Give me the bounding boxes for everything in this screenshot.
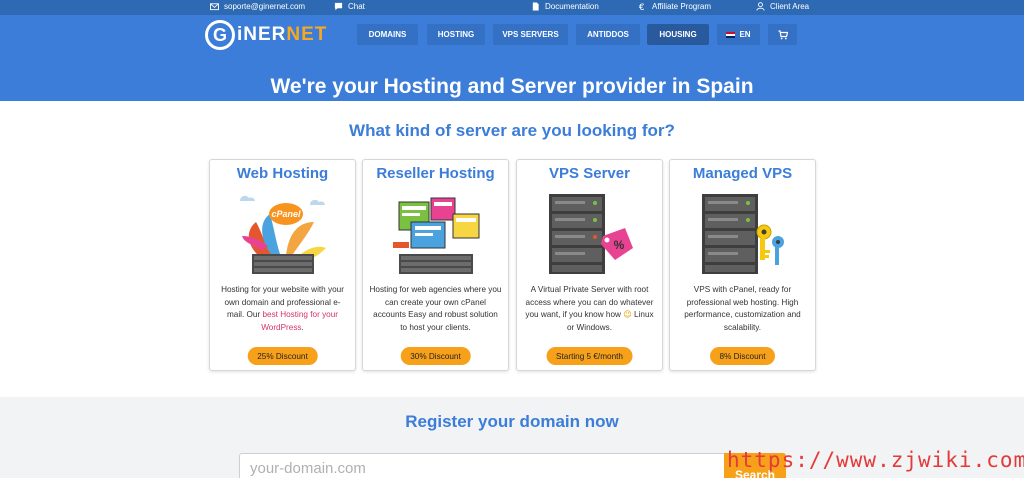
server-section-title: What kind of server are you looking for? bbox=[349, 121, 675, 140]
chat-link[interactable]: Chat bbox=[334, 2, 365, 11]
logo-mark: G bbox=[205, 20, 235, 50]
chat-text: Chat bbox=[348, 2, 365, 11]
server-rack-illustration-icon: % bbox=[549, 194, 633, 274]
affiliate-link[interactable]: € Affiliate Program bbox=[638, 2, 711, 11]
card-reseller-hosting[interactable]: Reseller Hosting Hosting for web agencie… bbox=[362, 159, 509, 371]
site-header: G iNERNET DOMAINS HOSTING VPS SERVERS AN… bbox=[0, 15, 1024, 101]
nav-housing[interactable]: HOUSING bbox=[647, 24, 709, 45]
domain-search-input[interactable] bbox=[239, 453, 726, 478]
nav-hosting[interactable]: HOSTING bbox=[427, 24, 485, 45]
envelope-icon bbox=[210, 3, 219, 11]
documentation-link[interactable]: Documentation bbox=[531, 2, 599, 11]
client-area-text: Client Area bbox=[770, 2, 810, 11]
svg-text:€: € bbox=[639, 3, 645, 11]
euro-icon: € bbox=[639, 3, 645, 11]
client-area-link[interactable]: Client Area bbox=[756, 2, 809, 11]
server-keys-illustration-icon bbox=[702, 194, 784, 274]
cpanel-illustration-icon: cPanel bbox=[240, 195, 326, 274]
card-web-hosting[interactable]: Web Hosting cPanel Hosting for your webs… bbox=[209, 159, 356, 371]
card-description: Hosting for your website with your own d… bbox=[216, 284, 349, 334]
nav-language[interactable]: EN bbox=[717, 24, 760, 45]
card-vps-server[interactable]: VPS Server % A Virtual Private Server wi… bbox=[516, 159, 663, 371]
document-icon bbox=[532, 2, 539, 11]
wink-emoji-icon: 😉 bbox=[623, 310, 632, 319]
language-label: EN bbox=[739, 30, 751, 39]
nav-domains[interactable]: DOMAINS bbox=[357, 24, 418, 45]
email-link[interactable]: soporte@ginernet.com bbox=[210, 2, 305, 11]
discount-button[interactable]: 25% Discount bbox=[247, 347, 318, 365]
hero-title: We're your Hosting and Server provider i… bbox=[270, 75, 754, 98]
chat-icon bbox=[334, 2, 343, 11]
card-title: VPS Server bbox=[549, 165, 630, 182]
cart-icon bbox=[778, 29, 788, 39]
svg-text:%: % bbox=[614, 238, 625, 252]
top-utility-bar: soporte@ginernet.com Chat Documentation … bbox=[0, 0, 1024, 15]
card-description: A Virtual Private Server with root acces… bbox=[523, 284, 656, 334]
watermark-text: https://www.zjwiki.com bbox=[727, 448, 1024, 472]
card-description: Hosting for web agencies where you can c… bbox=[369, 285, 502, 332]
card-managed-vps[interactable]: Managed VPS VPS with cPanel, ready for p… bbox=[669, 159, 816, 371]
wordpress-hosting-link[interactable]: best Hosting for your WordPress bbox=[261, 310, 338, 332]
uk-flag-icon bbox=[726, 31, 736, 38]
discount-button[interactable]: 30% Discount bbox=[400, 347, 471, 365]
logo-text: iNERNET bbox=[237, 24, 327, 46]
affiliate-text: Affiliate Program bbox=[652, 2, 711, 11]
card-title: Managed VPS bbox=[692, 165, 793, 182]
pricing-button[interactable]: Starting 5 €/month bbox=[546, 347, 633, 365]
logo-text-accent: NET bbox=[286, 24, 328, 45]
svg-text:cPanel: cPanel bbox=[271, 209, 301, 219]
card-title: Reseller Hosting bbox=[376, 165, 495, 182]
nav-cart[interactable] bbox=[768, 24, 797, 45]
discount-button[interactable]: 8% Discount bbox=[709, 347, 776, 365]
reseller-illustration-icon bbox=[393, 197, 480, 274]
card-desc-end: . bbox=[301, 322, 304, 332]
card-title: Web Hosting bbox=[236, 165, 329, 182]
card-description: VPS with cPanel, ready for professional … bbox=[684, 285, 801, 332]
nav-antiddos[interactable]: ANTIDDOS bbox=[576, 24, 640, 45]
nav-vps-servers[interactable]: VPS SERVERS bbox=[493, 24, 568, 45]
domain-section-title: Register your domain now bbox=[405, 412, 619, 431]
logo-text-main: iNER bbox=[237, 24, 287, 45]
site-logo[interactable]: G iNERNET bbox=[205, 20, 327, 50]
documentation-text: Documentation bbox=[545, 2, 599, 11]
user-icon bbox=[756, 2, 765, 11]
email-text: soporte@ginernet.com bbox=[224, 2, 306, 11]
